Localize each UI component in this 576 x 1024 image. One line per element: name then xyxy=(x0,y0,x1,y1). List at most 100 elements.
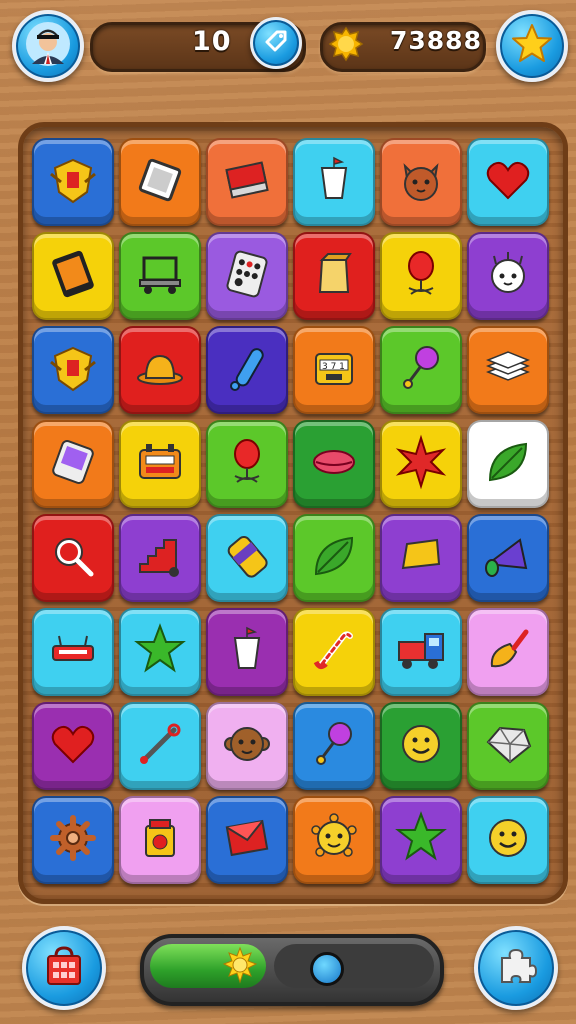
game-tile[interactable] xyxy=(206,232,288,320)
game-tile[interactable] xyxy=(293,232,375,320)
cheese-icon xyxy=(393,528,449,588)
star-icon xyxy=(393,810,449,870)
cane-icon xyxy=(306,622,362,682)
game-tile[interactable] xyxy=(119,796,201,884)
star-icon xyxy=(132,622,188,682)
wrench-icon xyxy=(132,716,188,776)
magnifier-icon xyxy=(45,528,101,588)
game-tile[interactable] xyxy=(293,608,375,696)
heart-icon xyxy=(480,152,536,212)
cart-icon xyxy=(132,246,188,306)
router-icon xyxy=(45,622,101,682)
game-tile[interactable] xyxy=(32,326,114,414)
star-icon xyxy=(510,22,554,70)
emblem-icon xyxy=(45,152,101,212)
game-tile[interactable] xyxy=(119,702,201,790)
cup-icon xyxy=(306,152,362,212)
game-tile[interactable] xyxy=(119,420,201,508)
game-tile[interactable] xyxy=(206,420,288,508)
game-tile[interactable] xyxy=(467,420,549,508)
game-tile[interactable] xyxy=(380,608,462,696)
game-tile[interactable] xyxy=(119,138,201,226)
gear-icon xyxy=(45,810,101,870)
game-tile[interactable] xyxy=(32,702,114,790)
cup-icon xyxy=(219,622,275,682)
shop-icon xyxy=(42,944,86,992)
book-icon xyxy=(219,152,275,212)
burst-icon xyxy=(393,434,449,494)
frame-icon xyxy=(132,152,188,212)
game-tile[interactable] xyxy=(32,608,114,696)
avatar-button[interactable] xyxy=(12,10,84,82)
game-tile[interactable] xyxy=(119,608,201,696)
sun-icon xyxy=(220,946,260,990)
truck-icon xyxy=(393,622,449,682)
game-tile[interactable] xyxy=(467,796,549,884)
envelope-icon xyxy=(219,810,275,870)
jar-icon xyxy=(132,810,188,870)
hat-icon xyxy=(132,340,188,400)
game-tile[interactable] xyxy=(206,796,288,884)
tag-icon xyxy=(263,28,289,58)
game-tile[interactable] xyxy=(380,326,462,414)
papers-icon xyxy=(480,340,536,400)
game-tile[interactable] xyxy=(119,232,201,320)
bat-icon xyxy=(219,340,275,400)
stairs-icon xyxy=(132,528,188,588)
creature-icon xyxy=(480,246,536,306)
game-tile[interactable] xyxy=(119,326,201,414)
game-tile[interactable] xyxy=(380,420,462,508)
moves-value: 10 xyxy=(192,26,232,57)
cone-icon xyxy=(480,528,536,588)
tablet-icon xyxy=(45,246,101,306)
game-tile[interactable] xyxy=(293,796,375,884)
puzzle-piece-icon xyxy=(494,944,538,992)
game-tile[interactable] xyxy=(380,232,462,320)
game-tile[interactable]: 3 7 1 xyxy=(293,326,375,414)
phone-icon xyxy=(219,246,275,306)
game-tile[interactable] xyxy=(293,702,375,790)
balloon-icon xyxy=(393,246,449,306)
game-tile[interactable] xyxy=(380,138,462,226)
box-icon xyxy=(306,246,362,306)
game-tile[interactable] xyxy=(467,608,549,696)
game-tile[interactable] xyxy=(380,796,462,884)
game-tile[interactable] xyxy=(293,514,375,602)
game-tile[interactable] xyxy=(380,702,462,790)
game-tile[interactable] xyxy=(293,420,375,508)
radio-icon xyxy=(132,434,188,494)
leaf-icon xyxy=(306,528,362,588)
game-tile[interactable] xyxy=(32,796,114,884)
game-tile[interactable] xyxy=(119,514,201,602)
svg-text:3 7 1: 3 7 1 xyxy=(322,362,345,372)
lollipop-icon xyxy=(393,340,449,400)
star-button[interactable] xyxy=(496,10,568,82)
leaf-icon xyxy=(480,434,536,494)
game-tile[interactable] xyxy=(467,702,549,790)
game-tile[interactable] xyxy=(206,702,288,790)
shop-button[interactable] xyxy=(22,926,106,1010)
game-tile[interactable] xyxy=(32,138,114,226)
brush-icon xyxy=(480,622,536,682)
game-tile[interactable] xyxy=(467,138,549,226)
game-tile[interactable] xyxy=(206,608,288,696)
game-tile[interactable] xyxy=(206,326,288,414)
game-tile[interactable] xyxy=(380,514,462,602)
game-tile[interactable] xyxy=(467,326,549,414)
puzzle-button[interactable] xyxy=(474,926,558,1010)
smiley-icon xyxy=(393,716,449,776)
moves-tag-button[interactable] xyxy=(250,17,302,69)
game-tile[interactable] xyxy=(293,138,375,226)
emblem-icon xyxy=(45,340,101,400)
game-tile[interactable] xyxy=(206,514,288,602)
machine-icon: 3 7 1 xyxy=(306,340,362,400)
game-tile[interactable] xyxy=(32,514,114,602)
game-tile[interactable] xyxy=(206,138,288,226)
game-tile[interactable] xyxy=(32,420,114,508)
game-tile[interactable] xyxy=(467,514,549,602)
game-tile[interactable] xyxy=(32,232,114,320)
progress-knob[interactable] xyxy=(310,952,344,986)
lollipop-icon xyxy=(306,716,362,776)
progress-bar xyxy=(140,934,444,1006)
game-tile[interactable] xyxy=(467,232,549,320)
